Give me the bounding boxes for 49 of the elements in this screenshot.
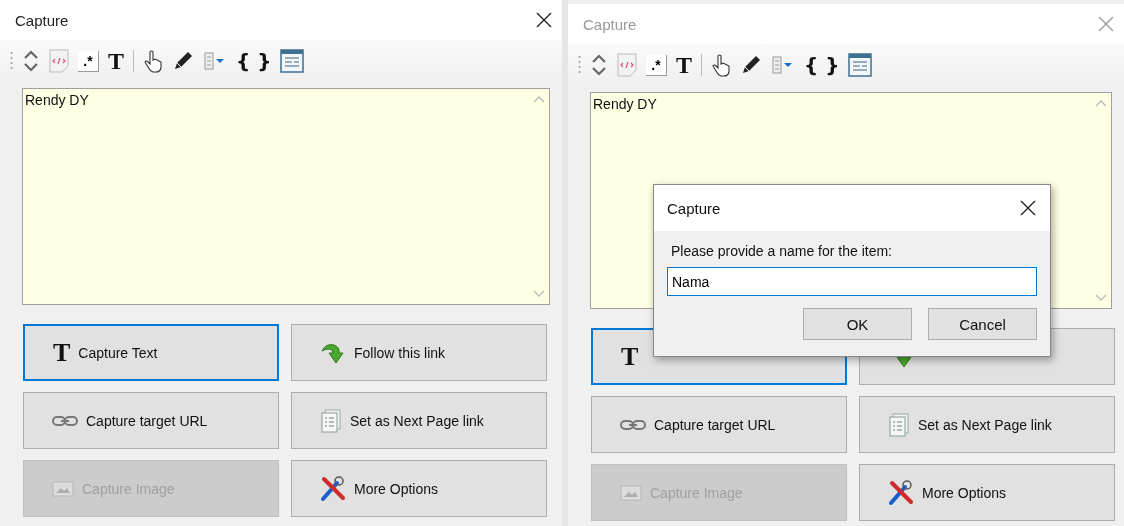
window-title: Capture — [583, 15, 637, 33]
action-button[interactable]: Follow this link — [291, 324, 547, 381]
list-dropdown-icon[interactable] — [203, 50, 227, 72]
form-window-icon[interactable] — [280, 49, 305, 73]
chain-link-icon — [52, 413, 78, 428]
pencil-icon[interactable] — [740, 54, 762, 76]
captured-text: Rendy DY — [24, 91, 90, 110]
name-input-field[interactable]: Nama — [667, 267, 1037, 296]
regex-button[interactable]: .* — [646, 54, 667, 76]
form-window-icon[interactable] — [848, 53, 873, 77]
list-dropdown-icon[interactable] — [771, 54, 795, 76]
close-icon[interactable] — [536, 12, 552, 28]
action-button[interactable]: Capture target URL — [591, 396, 847, 453]
dialog-title: Capture — [667, 199, 721, 217]
pencil-icon[interactable] — [172, 50, 194, 72]
tools-icon — [320, 475, 346, 502]
grip-icon[interactable] — [578, 54, 581, 76]
action-button[interactable]: Set as Next Page link — [859, 396, 1115, 453]
prompt-label: Please provide a name for the item: — [671, 243, 893, 259]
picture-icon — [620, 483, 642, 502]
hand-pointer-icon[interactable] — [143, 49, 163, 73]
page-list-icon — [888, 412, 910, 437]
toolbar-glyph-button[interactable]: T — [676, 53, 692, 77]
grip-icon[interactable] — [10, 50, 13, 72]
updown-chevron-icon[interactable] — [22, 49, 40, 73]
tools-icon — [888, 479, 914, 506]
close-icon[interactable] — [1020, 200, 1036, 216]
action-button[interactable]: Capture target URL — [23, 392, 279, 449]
toolbar-glyph-button[interactable]: T — [108, 49, 124, 73]
text-glyph-icon: T — [53, 340, 71, 365]
picture-icon — [52, 479, 74, 498]
dialog-button[interactable]: OK — [803, 308, 912, 340]
regex-button[interactable]: .* — [78, 50, 99, 72]
action-button[interactable]: Set as Next Page link — [291, 392, 547, 449]
toolbar-glyph-button[interactable]: { } — [804, 53, 840, 77]
window-title: Capture — [15, 11, 69, 29]
updown-chevron-icon[interactable] — [590, 53, 608, 77]
hand-pointer-icon[interactable] — [711, 53, 731, 77]
dialog-button[interactable]: Cancel — [928, 308, 1037, 340]
page-list-icon — [320, 408, 342, 433]
code-document-icon[interactable] — [49, 49, 69, 73]
chain-link-icon — [620, 417, 646, 432]
code-document-icon[interactable] — [617, 53, 637, 77]
captured-text: Rendy DY — [592, 95, 658, 114]
action-button[interactable]: T Capture Text — [23, 324, 279, 381]
action-button[interactable]: More Options — [291, 460, 547, 517]
toolbar-glyph-button[interactable]: { } — [236, 49, 272, 73]
text-glyph-icon: T — [621, 344, 639, 369]
action-button[interactable]: More Options — [859, 464, 1115, 521]
